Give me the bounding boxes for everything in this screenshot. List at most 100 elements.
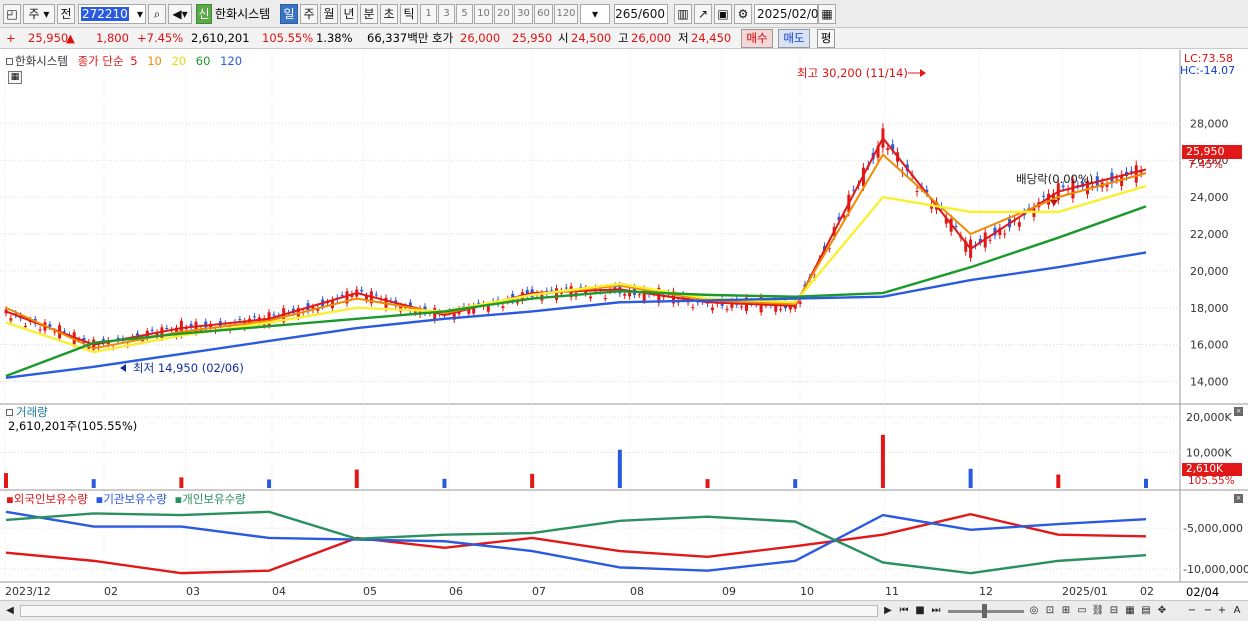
candle-type-icon[interactable]: ▥ [674,4,692,24]
price-change: 1,800 [96,31,129,45]
volume-tick-label: 10,000K [1186,447,1232,460]
tab-minute[interactable]: 분 [360,4,378,24]
candle-body [740,306,744,308]
price-tick-label: 18,000 [1190,302,1229,315]
volume-bar [793,479,798,488]
bottom-scrollbar[interactable]: ◀ ▶ ⏮ ■ ⏭ ◎ ⊡ ⊞ ▭ ⛓ ⊟ ▦ ▤ ✥ − − + A [0,600,1248,621]
holding-tick-label: -5,000,000 [1183,522,1243,535]
dividend-marker-label: 배당락(0.00%) [1016,172,1094,186]
interval-10[interactable]: 10 [474,4,493,24]
market-scope-button[interactable]: 전 [57,4,75,24]
stop-icon[interactable]: ■ [912,603,928,619]
save-icon[interactable]: ▣ [714,4,732,24]
eval-button[interactable]: 평 [817,29,835,48]
holding-legend: ▪외국인보유수량 ▪기관보유수량 ▪개인보유수량 [6,491,246,507]
volume-bar [1056,474,1061,488]
chart-canvas[interactable]: 14,00016,00018,00020,00022,00024,00026,0… [0,50,1248,600]
candle-body [1042,195,1046,197]
tab-year[interactable]: 년 [340,4,358,24]
legend-ma-20: 20 [171,54,187,68]
interval-1[interactable]: 1 [420,4,437,24]
zoom-out-icon[interactable]: − [1184,603,1200,619]
new-badge: 신 [196,4,212,24]
quote-bar: + 25,950 ▲ 1,800 +7.45% 2,610,201 105.55… [0,28,1248,49]
date-field[interactable]: 2025/02/04 [754,4,826,24]
current-price: 25,950 [28,31,69,45]
legend-ma-5: 5 [130,54,138,68]
low-marker-label: 최저 14,950 (02/06) [133,361,244,375]
interval-3[interactable]: 3 [438,4,455,24]
price-tick-label: 20,000 [1190,265,1229,278]
candle-body [798,301,802,304]
interval-5[interactable]: 5 [456,4,473,24]
gear-icon[interactable]: ⚙ [734,4,752,24]
scroll-track[interactable] [20,605,878,617]
interval-120[interactable]: 120 [554,4,578,24]
candle-body [272,314,276,316]
volume-bar [705,479,710,488]
sell-button[interactable]: 매도 [778,29,810,48]
play-forward-icon[interactable]: ⏭ [928,603,944,619]
cursor-icon[interactable]: ✥ [1154,603,1170,619]
count-field[interactable]: 265/600 [614,4,668,24]
open-price: 24,500 [571,31,612,45]
x-axis-label: 06 [449,585,463,598]
scroll-left-icon[interactable]: ◀ [2,603,18,619]
x-axis-label: 07 [532,585,546,598]
tab-second[interactable]: 초 [380,4,398,24]
interval-20[interactable]: 20 [494,4,513,24]
volume-close-icon[interactable]: × [1234,407,1243,416]
calendar-icon[interactable]: ▦ [818,4,836,24]
speaker-icon[interactable]: ◀▾ [168,4,192,24]
x-axis-label: 2023/12 [5,585,51,598]
candle-body [9,318,13,321]
tab-month[interactable]: 월 [320,4,338,24]
font-size-icon[interactable]: A [1229,603,1245,619]
interval-60[interactable]: 60 [534,4,553,24]
view-icon[interactable]: ▭ [1074,603,1090,619]
tab-day[interactable]: 일 [280,4,298,24]
link-icon[interactable]: ⛓ [1090,603,1106,619]
legend-ma-60: 60 [195,54,211,68]
grid-icon[interactable]: ▦ [1122,603,1138,619]
chart-menu-icon[interactable]: ◰ [3,4,21,24]
tab-week[interactable]: 주 [300,4,318,24]
legend-foreign: 외국인보유수량 [13,492,88,506]
code-input[interactable]: 272210 ▾ [78,4,146,24]
table-icon[interactable]: ▦ [8,71,22,84]
scroll-right-icon[interactable]: ▶ [880,603,896,619]
zoom-range-icon[interactable]: ⊞ [1058,603,1074,619]
zoom-in-icon[interactable]: + [1214,603,1230,619]
interval-30[interactable]: 30 [514,4,533,24]
zoom-reset-icon[interactable]: ◎ [1026,603,1042,619]
candle-body [623,293,627,296]
market-type-select[interactable]: 주 ▾ [23,4,55,24]
candle-body [691,307,695,309]
draw-tool-icon[interactable]: ↗ [694,4,712,24]
count-max: /600 [638,7,665,21]
x-axis-label: 02 [104,585,118,598]
price-change-pct: +7.45% [137,31,184,45]
tab-tick[interactable]: 틱 [400,4,418,24]
play-back-icon[interactable]: ⏮ [896,603,912,619]
volume-value-text: 2,610,201주(105.55%) [8,419,138,433]
interval-custom-select[interactable]: ▾ [580,4,610,24]
search-icon[interactable]: ⌕ [148,4,166,24]
quote-flag: + [6,31,16,45]
zoom-slider-handle[interactable] [982,604,987,618]
candle-body [603,298,607,300]
candle-body [501,306,505,309]
panel-icon[interactable]: ▤ [1138,603,1154,619]
candle-body [38,329,42,331]
volume-ratio: 105.55% [262,31,314,45]
x-axis-label: 09 [722,585,736,598]
chart-area[interactable]: 14,000 16,000 18,000 20,000 22,000 24,000 26,0… [0,50,1248,600]
holding-close-icon[interactable]: × [1234,494,1243,503]
code-dropdown-icon[interactable]: ▾ [137,5,143,23]
zoom-fit-icon[interactable]: ⊡ [1042,603,1058,619]
top-toolbar: ◰ 주 ▾ 전 272210 ▾ ⌕ ◀▾ 신 한화시스템 일 주 월 년 분 … [0,0,1248,28]
layout-icon[interactable]: ⊟ [1106,603,1122,619]
price-tick-label: 14,000 [1190,376,1229,389]
candle-body [915,191,919,193]
buy-button[interactable]: 매수 [741,29,773,48]
